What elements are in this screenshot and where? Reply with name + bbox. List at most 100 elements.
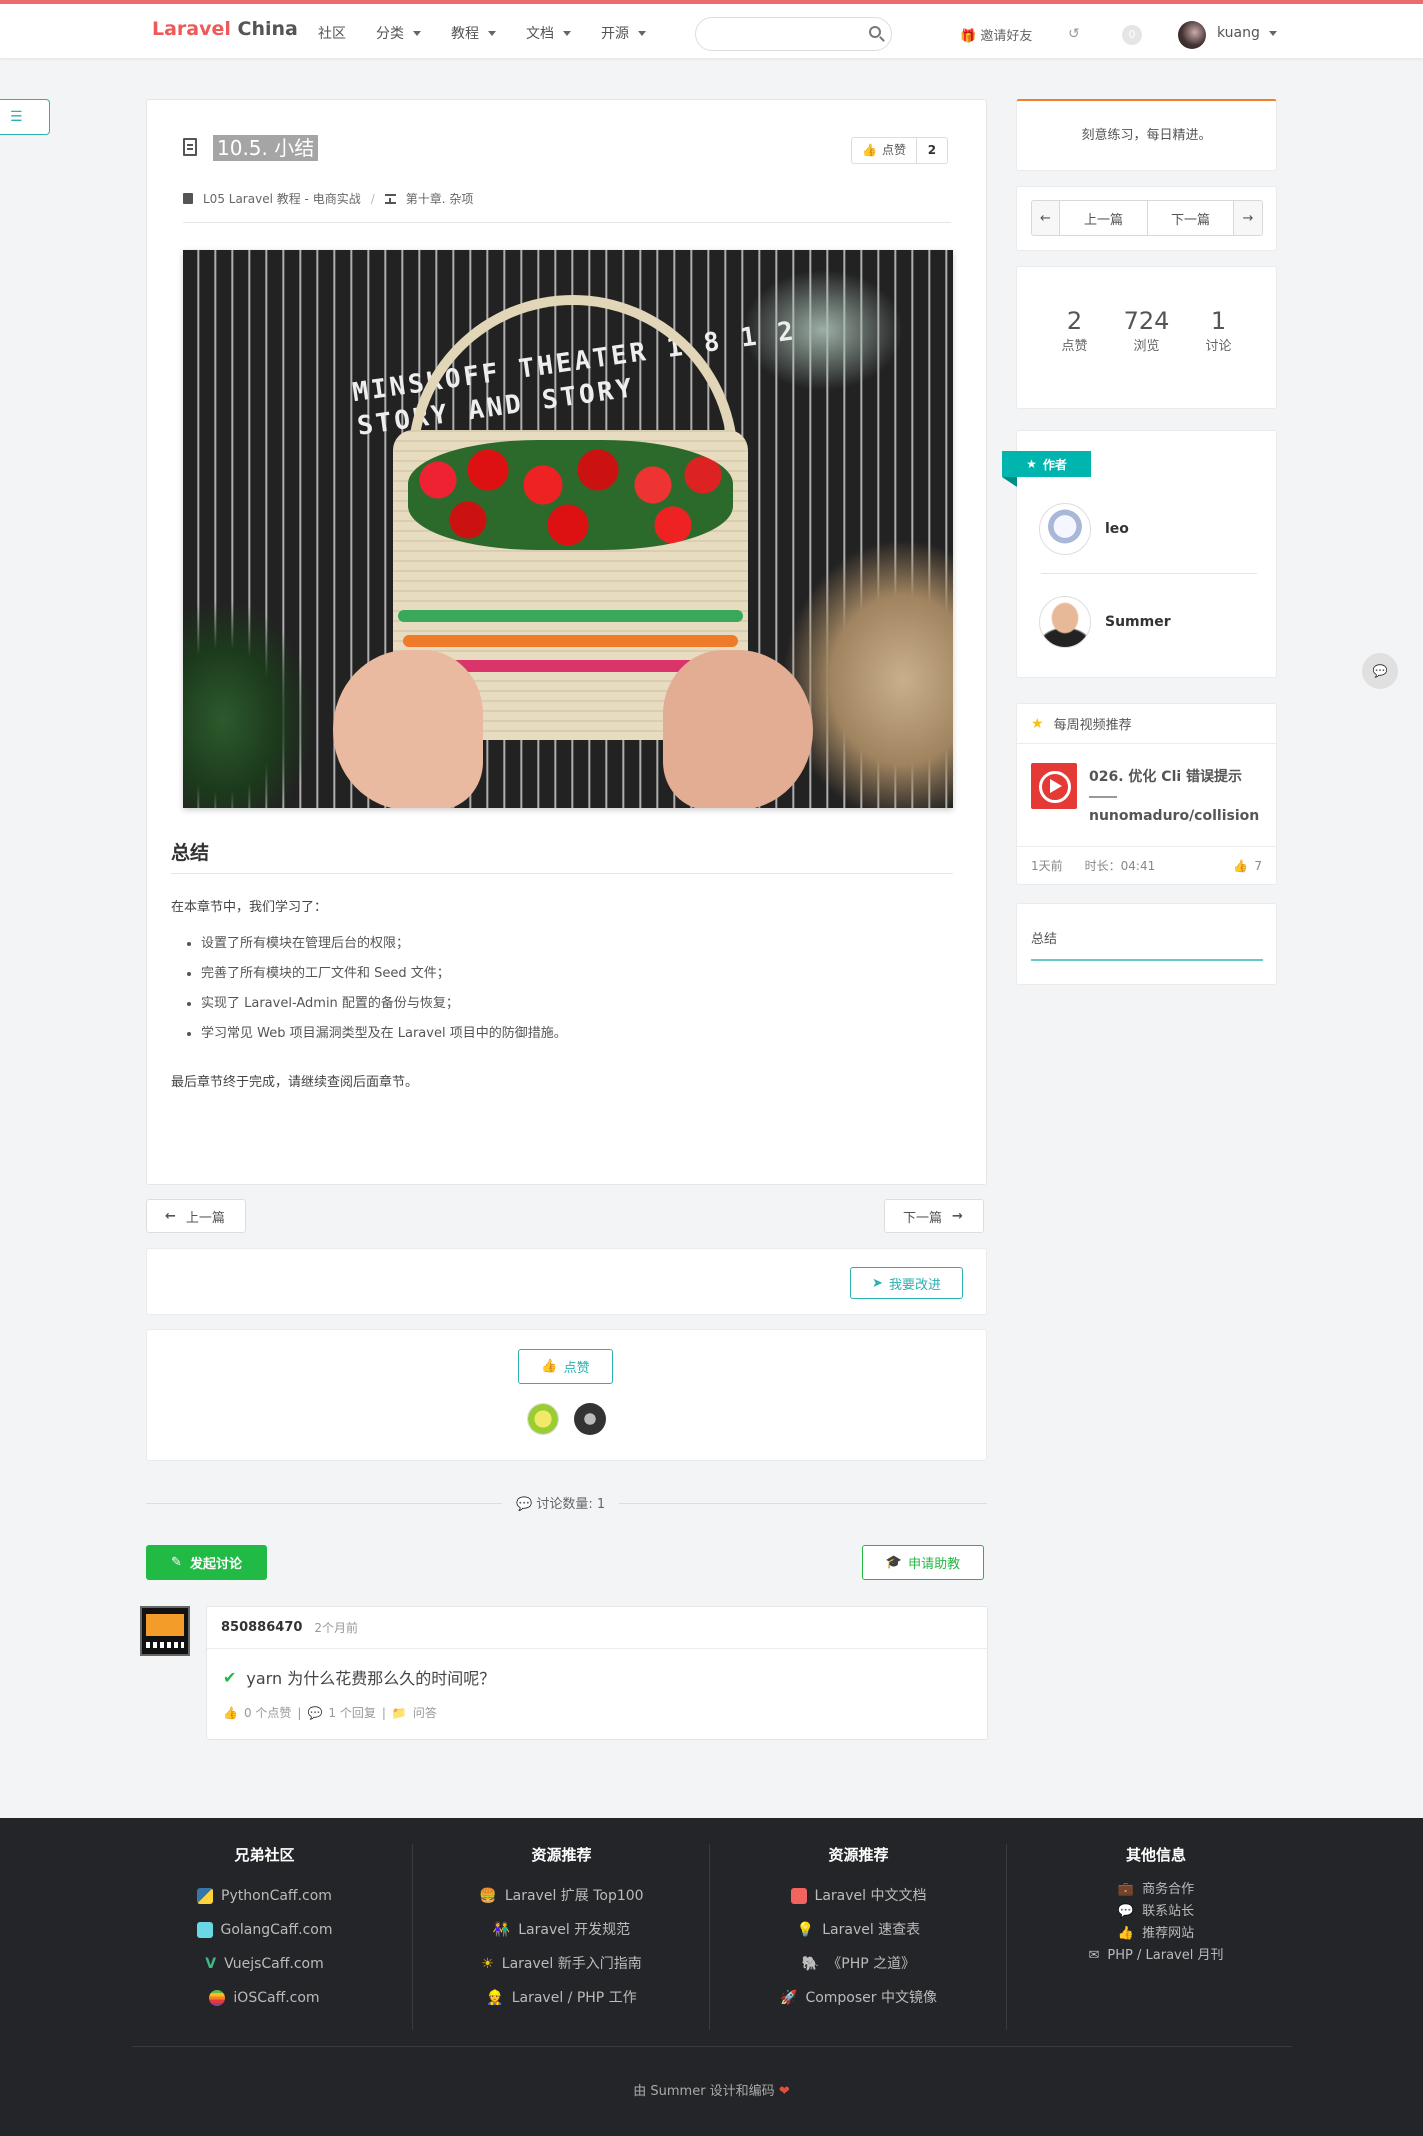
video-author[interactable]: nunomaduro/collision xyxy=(1089,808,1259,824)
strawberry-basket-image: MINSKOFF THEATER 1 8 1 2 STORY AND STORY xyxy=(183,250,953,808)
footer-link[interactable]: PythonCaff.com xyxy=(117,1879,412,1913)
nav-item-tutorials[interactable]: 教程 xyxy=(451,23,496,43)
avatar xyxy=(1039,503,1091,555)
footer-link[interactable]: 💬 联系站长 xyxy=(1008,1901,1304,1923)
author-summer[interactable]: Summer xyxy=(1039,596,1171,648)
site-logo[interactable]: Laravel China xyxy=(152,18,298,40)
arrow-right-icon[interactable]: → xyxy=(1234,201,1262,235)
comment-author[interactable]: 850886470 xyxy=(221,1620,302,1635)
top-navbar: Laravel China 社区 分类 教程 文档 开源 🎁 邀请好友 ↺ 0 … xyxy=(0,0,1423,58)
video-duration: 时长：04:41 xyxy=(1084,859,1156,873)
comment-card: 850886470 2个月前 ✔ yarn 为什么花费那么久的时间呢？ 👍 0 个点… xyxy=(206,1606,988,1740)
apple-icon xyxy=(209,1990,226,2006)
chat-icon: 💬 xyxy=(1117,1904,1135,1919)
footer-link[interactable]: 💼 商务合作 xyxy=(1008,1879,1304,1901)
notification-badge[interactable]: 0 xyxy=(1122,25,1142,45)
improve-button[interactable]: ➤ 我要改进 xyxy=(850,1267,963,1299)
lightbulb-icon: 💡 xyxy=(796,1922,815,1938)
comment-meta: 👍 0 个点赞 | 💬 1 个回复 | 📁 问答 xyxy=(223,1705,437,1721)
like-count: 2 xyxy=(927,143,937,157)
book-icon xyxy=(183,193,193,204)
search-box xyxy=(695,17,892,51)
elephant-icon: 🐘 xyxy=(801,1956,820,1972)
play-icon[interactable] xyxy=(1031,763,1077,809)
nav-item-community[interactable]: 社区 xyxy=(318,23,346,43)
star-icon: ★ xyxy=(1031,715,1044,732)
footer-link[interactable]: Laravel 中文文档 xyxy=(711,1879,1006,1913)
video-title[interactable]: 026. 优化 Cli 错误提示 xyxy=(1089,766,1242,786)
avatar xyxy=(1039,596,1091,648)
caret-down-icon xyxy=(488,30,496,36)
footer-col-other: 其他信息 💼 商务合作 💬 联系站长 👍 推荐网站 ✉ PHP / Laravel 月刊 xyxy=(1008,1844,1304,2030)
thumbs-up-icon: 👍 xyxy=(862,143,877,157)
stat-views: 724 浏览 xyxy=(1123,307,1170,354)
commenter-avatar[interactable] xyxy=(140,1606,190,1656)
envelope-icon: ✉ xyxy=(1088,1948,1100,1963)
footer-link[interactable]: ☀ Laravel 新手入门指南 xyxy=(414,1947,709,1981)
rocket-icon: 🚀 xyxy=(780,1990,798,2006)
sidebar-prev-button[interactable]: 上一篇 xyxy=(1060,201,1148,235)
thumbs-up-icon: 👍 xyxy=(223,1705,238,1720)
nav-item-docs[interactable]: 文档 xyxy=(526,23,571,43)
nav-item-category[interactable]: 分类 xyxy=(376,23,421,43)
search-input[interactable] xyxy=(696,18,856,50)
footer-link[interactable]: GolangCaff.com xyxy=(117,1913,412,1947)
video-time: 1天前 xyxy=(1031,859,1063,873)
footer-link[interactable]: ✉ PHP / Laravel 月刊 xyxy=(1008,1945,1304,1967)
prev-article-button[interactable]: 上一篇 xyxy=(146,1199,246,1233)
chat-icon[interactable]: 💬 xyxy=(1362,653,1398,689)
footer-link[interactable]: 🚀 Composer 中文镜像 xyxy=(711,1981,1006,2015)
footer-link[interactable]: 👷 Laravel / PHP 工作 xyxy=(414,1981,709,2015)
footer-link[interactable]: 👍 推荐网站 xyxy=(1008,1923,1304,1945)
liker-avatar[interactable] xyxy=(574,1403,606,1435)
improve-panel: ➤ 我要改进 xyxy=(146,1248,987,1315)
list-item: 学习常见 Web 项目漏洞类型及在 Laravel 项目中的防御措施。 xyxy=(201,1019,953,1049)
like-button-top[interactable]: 👍 点赞 2 xyxy=(851,137,948,164)
footer-link[interactable]: iOSCaff.com xyxy=(117,1981,412,2015)
vue-icon: V xyxy=(205,1956,217,1972)
breadcrumb-separator: / xyxy=(370,191,375,206)
next-article-button[interactable]: 下一篇 xyxy=(884,1199,984,1233)
caret-down-icon xyxy=(563,30,571,36)
sidebar-next-button[interactable]: 下一篇 xyxy=(1148,201,1234,235)
footer-link[interactable]: 🍔 Laravel 扩展 Top100 xyxy=(414,1879,709,1913)
footer-col-resources-2: 资源推荐 Laravel 中文文档 💡 Laravel 速查表 🐘 《PHP 之道》… xyxy=(711,1844,1007,2030)
stat-likes: 2 点赞 xyxy=(1061,307,1088,354)
python-icon xyxy=(197,1888,214,1904)
apply-assistant-button[interactable]: 🎓 申请助教 xyxy=(862,1545,984,1580)
history-icon[interactable]: ↺ xyxy=(1068,26,1080,42)
burger-icon: 🍔 xyxy=(479,1888,497,1904)
user-menu[interactable]: kuang xyxy=(1217,25,1277,41)
folder-icon: 📁 xyxy=(391,1705,407,1720)
sidebar-pager: ← 上一篇 下一篇 → xyxy=(1016,186,1277,251)
arrow-left-icon[interactable]: ← xyxy=(1032,201,1060,235)
chapter-icon xyxy=(384,193,396,204)
footer-col-resources: 资源推荐 🍔 Laravel 扩展 Top100 👫 Laravel 开发规范 ☀ L… xyxy=(414,1844,710,2030)
menu-toggle-button[interactable]: ☰ xyxy=(0,99,50,135)
start-discussion-button[interactable]: ✎ 发起讨论 xyxy=(146,1545,267,1580)
search-icon[interactable] xyxy=(869,26,881,38)
breadcrumb-book[interactable]: L05 Laravel 教程 - 电商实战 xyxy=(203,190,361,207)
briefcase-icon: 💼 xyxy=(1117,1882,1135,1897)
like-button[interactable]: 👍 点赞 xyxy=(518,1349,613,1384)
divider xyxy=(183,222,951,223)
motto-panel: 刻意练习，每日精进。 xyxy=(1016,99,1277,171)
avatar[interactable] xyxy=(1178,21,1206,49)
invite-friends-link[interactable]: 🎁 邀请好友 xyxy=(960,25,1032,44)
footer-link[interactable]: 🐘 《PHP 之道》 xyxy=(711,1947,1006,1981)
liker-avatar[interactable] xyxy=(527,1403,559,1435)
comment-time: 2个月前 xyxy=(314,1621,359,1635)
breadcrumb-chapter[interactable]: 第十章. 杂项 xyxy=(406,190,474,207)
footer-link[interactable]: V VuejsCaff.com xyxy=(117,1947,412,1981)
author-leo[interactable]: leo xyxy=(1039,503,1129,555)
toc-item[interactable]: 总结 xyxy=(1031,928,1263,961)
caret-down-icon xyxy=(638,30,646,36)
main-nav: 社区 分类 教程 文档 开源 xyxy=(318,23,676,43)
closing-text: 最后章节终于完成，请继续查阅后面章节。 xyxy=(171,1075,419,1090)
check-icon: ✔ xyxy=(223,1667,237,1687)
document-icon xyxy=(183,138,197,156)
footer-link[interactable]: 👫 Laravel 开发规范 xyxy=(414,1913,709,1947)
footer-link[interactable]: 💡 Laravel 速查表 xyxy=(711,1913,1006,1947)
nav-item-opensource[interactable]: 开源 xyxy=(601,23,646,43)
comment-title[interactable]: ✔ yarn 为什么花费那么久的时间呢？ xyxy=(223,1665,495,1689)
